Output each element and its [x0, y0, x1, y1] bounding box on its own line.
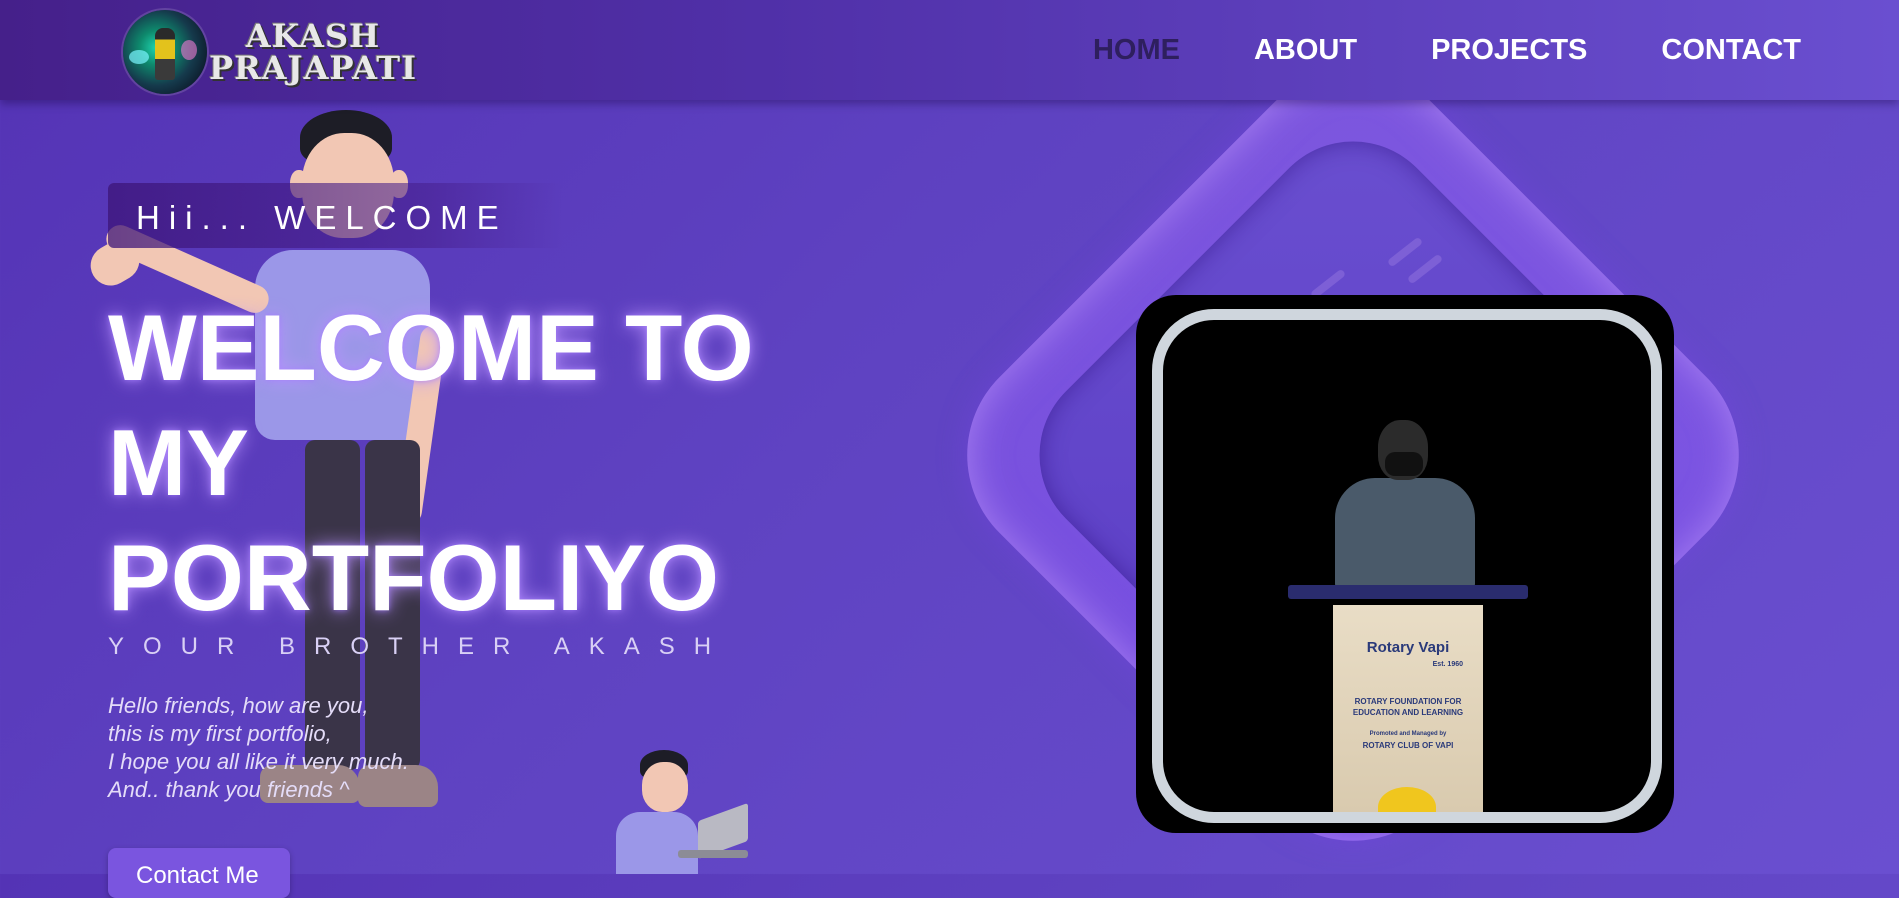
laptop-character-illustration: [608, 750, 768, 874]
main-nav: HOME ABOUT PROJECTS CONTACT: [1019, 34, 1801, 67]
podium-est: Est. 1960: [1432, 661, 1463, 668]
intro-line: Hello friends, how are you,: [108, 693, 369, 718]
greeting-box: Hii... WELCOME: [108, 183, 563, 248]
rotary-emblem: [1378, 787, 1436, 812]
speaker-mask: [1385, 452, 1423, 476]
intro-line: I hope you all like it very much.: [108, 749, 409, 774]
intro-paragraph: Hello friends, how are you, this is my f…: [108, 692, 409, 804]
intro-line: And.. thank you friends ^: [108, 777, 350, 802]
podium-line: Promoted and Managed by: [1369, 731, 1447, 737]
navbar: AKASH PRAJAPATI HOME ABOUT PROJECTS CONT…: [0, 0, 1899, 100]
podium-brand: Rotary Vapi: [1366, 639, 1450, 656]
intro-line: this is my first portfolio,: [108, 721, 332, 746]
hero-subtitle: YOUR BROTHER AKASH: [108, 633, 731, 660]
podium-top: [1288, 585, 1528, 599]
podium: Rotary Vapi Est. 1960 ROTARY FOUNDATION …: [1333, 605, 1483, 812]
logo-text: AKASH PRAJAPATI: [209, 20, 417, 84]
contact-me-label: Contact Me: [136, 862, 259, 889]
speaker-body: [1335, 478, 1475, 588]
avatar-person: [155, 28, 175, 80]
hero-title-line: MY: [108, 410, 249, 515]
nav-projects[interactable]: PROJECTS: [1431, 34, 1587, 67]
profile-photo-card: Rotary Vapi Est. 1960 ROTARY FOUNDATION …: [1136, 295, 1674, 833]
avatar-light-effect: [181, 40, 197, 60]
logo-avatar: [123, 10, 207, 94]
hero-title-line: PORTFOLIYO: [108, 525, 719, 630]
podium-line: ROTARY FOUNDATION FOR: [1354, 697, 1462, 706]
greeting-text: Hii... WELCOME: [136, 199, 508, 236]
nav-contact[interactable]: CONTACT: [1661, 34, 1801, 67]
logo-line-first: AKASH: [245, 17, 381, 55]
avatar-light-effect: [129, 50, 149, 64]
logo-line-last: PRAJAPATI: [209, 49, 418, 87]
contact-me-button[interactable]: Contact Me: [108, 848, 290, 898]
logo[interactable]: AKASH PRAJAPATI: [123, 10, 417, 94]
nav-home[interactable]: HOME: [1093, 34, 1180, 67]
profile-photo: Rotary Vapi Est. 1960 ROTARY FOUNDATION …: [1152, 309, 1662, 823]
nav-about[interactable]: ABOUT: [1254, 34, 1357, 67]
podium-line: ROTARY CLUB OF VAPI: [1362, 741, 1454, 750]
hero-title: WELCOME TO MY PORTFOLIYO: [108, 290, 828, 635]
hero-title-line: WELCOME TO: [108, 295, 754, 400]
podium-line: EDUCATION AND LEARNING: [1352, 708, 1464, 717]
